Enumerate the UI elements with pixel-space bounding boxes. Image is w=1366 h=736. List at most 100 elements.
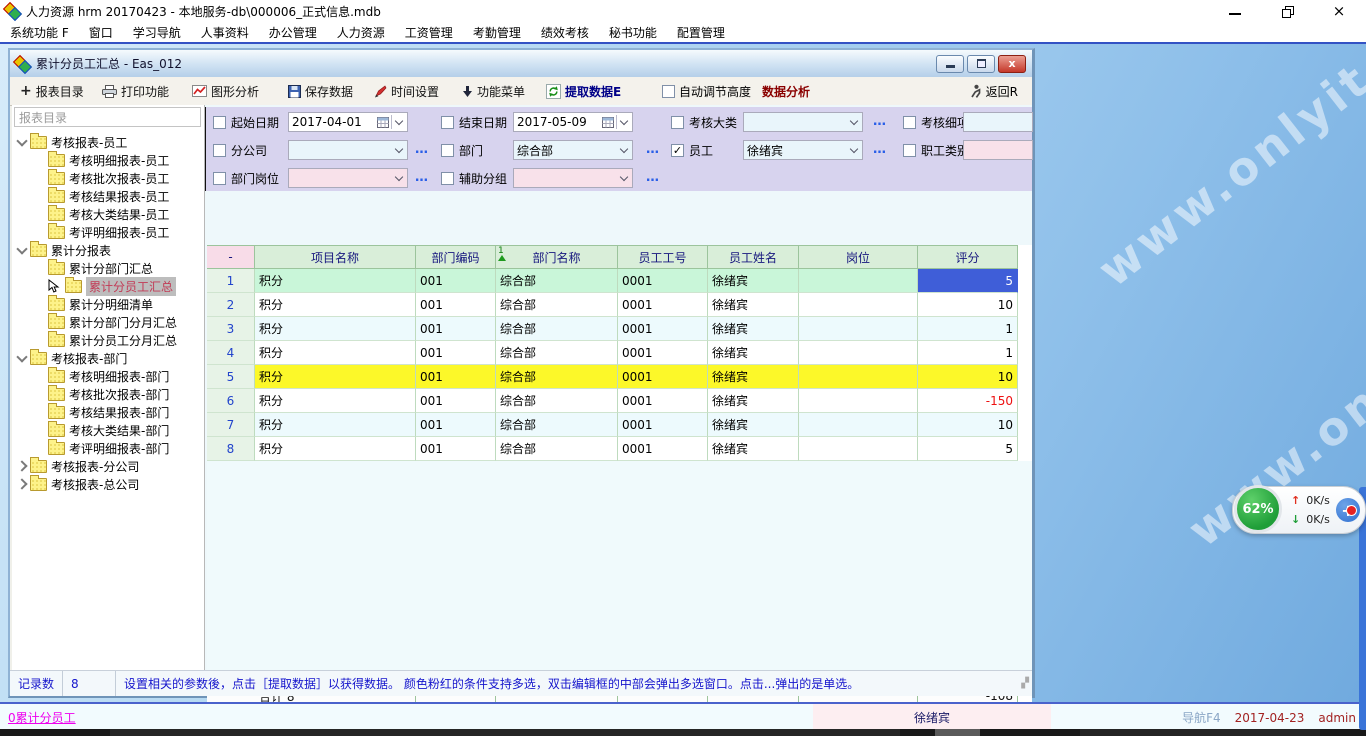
grid-cell[interactable]: 综合部 bbox=[496, 413, 618, 437]
tree-item[interactable]: 累计分部门汇总 bbox=[12, 259, 153, 277]
dropdown-icon[interactable] bbox=[395, 145, 403, 153]
close-icon[interactable]: × bbox=[1330, 3, 1348, 19]
grid-cell[interactable] bbox=[799, 317, 918, 341]
collapse-icon[interactable] bbox=[16, 478, 27, 489]
tree-item[interactable]: 考核结果报表-部门 bbox=[12, 403, 169, 421]
dropdown-icon[interactable] bbox=[850, 145, 858, 153]
toolbar-button[interactable]: 保存数据 bbox=[288, 77, 353, 105]
menu-item[interactable]: 秘书功能 bbox=[599, 24, 667, 41]
filter-checkbox[interactable]: ✓ bbox=[671, 144, 684, 157]
filter-field[interactable] bbox=[513, 168, 633, 188]
menu-item[interactable]: 学习导航 bbox=[123, 24, 191, 41]
row-number-cell[interactable]: 8 bbox=[207, 437, 255, 461]
column-header[interactable]: 项目名称 bbox=[255, 245, 416, 269]
grid-cell[interactable]: 综合部 bbox=[496, 293, 618, 317]
more-button[interactable]: … bbox=[873, 114, 887, 129]
toolbar-button[interactable]: 图形分析 bbox=[192, 77, 259, 105]
grid-cell[interactable]: 001 bbox=[416, 269, 496, 293]
grid-cell[interactable]: 徐绪宾 bbox=[708, 269, 799, 293]
dropdown-icon[interactable] bbox=[850, 117, 858, 125]
grid-cell[interactable]: 001 bbox=[416, 365, 496, 389]
filter-checkbox[interactable] bbox=[903, 144, 916, 157]
grid-cell[interactable]: 综合部 bbox=[496, 389, 618, 413]
dropdown-icon[interactable] bbox=[395, 173, 403, 181]
column-header[interactable]: 部门名称 bbox=[496, 245, 618, 269]
grid-cell[interactable]: 001 bbox=[416, 389, 496, 413]
grid-cell[interactable]: 徐绪宾 bbox=[708, 389, 799, 413]
grid-cell[interactable]: 综合部 bbox=[496, 365, 618, 389]
grid-cell[interactable]: 0001 bbox=[618, 269, 708, 293]
more-button[interactable]: … bbox=[415, 170, 429, 185]
tree-item[interactable]: 考核报表-部门 bbox=[12, 349, 127, 367]
score-cell[interactable]: 1 bbox=[918, 341, 1018, 365]
menu-item[interactable]: 考勤管理 bbox=[463, 24, 531, 41]
expand-icon[interactable] bbox=[16, 243, 27, 254]
grid-cell[interactable]: 0001 bbox=[618, 437, 708, 461]
open-window-link[interactable]: 0累计分员工 bbox=[8, 709, 76, 726]
grid-cell[interactable]: 积分 bbox=[255, 269, 416, 293]
expand-icon[interactable] bbox=[16, 351, 27, 362]
child-close-icon[interactable]: x bbox=[998, 55, 1026, 73]
score-cell[interactable]: 10 bbox=[918, 293, 1018, 317]
grid-cell[interactable]: 徐绪宾 bbox=[708, 317, 799, 341]
resize-grip-icon[interactable]: ▞ bbox=[1021, 678, 1030, 689]
column-header[interactable]: 部门编码 bbox=[416, 245, 496, 269]
back-button[interactable]: 返回R bbox=[969, 77, 1018, 105]
dropdown-icon[interactable] bbox=[620, 173, 628, 181]
toolbar-button[interactable]: 功能菜单 bbox=[462, 77, 525, 105]
tree-item[interactable]: 考核明细报表-部门 bbox=[12, 367, 169, 385]
filter-checkbox[interactable] bbox=[441, 172, 454, 185]
nav-shortcut-label[interactable]: 导航F4 bbox=[1182, 709, 1221, 726]
more-button[interactable]: … bbox=[873, 142, 887, 157]
grid-cell[interactable]: 综合部 bbox=[496, 317, 618, 341]
filter-field[interactable] bbox=[963, 140, 1033, 160]
tree-item[interactable]: 累计分员工汇总 bbox=[12, 277, 176, 295]
more-button[interactable]: … bbox=[646, 142, 660, 157]
grid-cell[interactable]: 0001 bbox=[618, 389, 708, 413]
grid-cell[interactable]: 积分 bbox=[255, 293, 416, 317]
dropdown-icon[interactable] bbox=[620, 145, 628, 153]
row-number-cell[interactable]: 4 bbox=[207, 341, 255, 365]
menu-item[interactable]: 系统功能 F bbox=[0, 24, 79, 41]
grid-cell[interactable] bbox=[799, 365, 918, 389]
tree-item[interactable]: 累计分部门分月汇总 bbox=[12, 313, 177, 331]
column-header[interactable]: 员工工号 bbox=[618, 245, 708, 269]
filter-checkbox[interactable] bbox=[441, 116, 454, 129]
grid-cell[interactable] bbox=[799, 437, 918, 461]
filter-field[interactable] bbox=[288, 168, 408, 188]
grid-cell[interactable]: 徐绪宾 bbox=[708, 293, 799, 317]
tree-item[interactable]: 考核报表-分公司 bbox=[12, 457, 139, 475]
menu-item[interactable]: 配置管理 bbox=[667, 24, 735, 41]
score-cell[interactable]: 1 bbox=[918, 317, 1018, 341]
grid-cell[interactable]: 积分 bbox=[255, 389, 416, 413]
menu-item[interactable]: 工资管理 bbox=[395, 24, 463, 41]
restore-icon[interactable] bbox=[1278, 3, 1296, 19]
grid-cell[interactable]: 徐绪宾 bbox=[708, 413, 799, 437]
memory-percent-badge[interactable]: 62% bbox=[1234, 485, 1282, 533]
tree-item[interactable]: 考核明细报表-员工 bbox=[12, 151, 169, 169]
filter-field[interactable] bbox=[288, 140, 408, 160]
grid-cell[interactable]: 积分 bbox=[255, 365, 416, 389]
more-button[interactable]: … bbox=[646, 170, 660, 185]
filter-checkbox[interactable] bbox=[903, 116, 916, 129]
checkbox-icon[interactable] bbox=[662, 85, 675, 98]
filter-field[interactable]: 2017-05-09 bbox=[513, 112, 633, 132]
row-number-cell[interactable]: 2 bbox=[207, 293, 255, 317]
filter-checkbox[interactable] bbox=[441, 144, 454, 157]
grid-cell[interactable]: 001 bbox=[416, 341, 496, 365]
grid-cell[interactable]: 综合部 bbox=[496, 437, 618, 461]
grid-cell[interactable] bbox=[799, 413, 918, 437]
menu-item[interactable]: 人事资料 bbox=[191, 24, 259, 41]
tree-item[interactable]: 考核大类结果-部门 bbox=[12, 421, 169, 439]
dropdown-icon[interactable] bbox=[395, 117, 403, 125]
row-number-cell[interactable]: 5 bbox=[207, 365, 255, 389]
menu-item[interactable]: 绩效考核 bbox=[531, 24, 599, 41]
child-minimize-icon[interactable] bbox=[936, 55, 964, 73]
filter-field[interactable] bbox=[743, 112, 863, 132]
filter-checkbox[interactable] bbox=[213, 172, 226, 185]
grid-cell[interactable]: 积分 bbox=[255, 437, 416, 461]
filter-field[interactable]: 综合部 bbox=[513, 140, 633, 160]
collapse-icon[interactable] bbox=[16, 460, 27, 471]
grid-cell[interactable]: 0001 bbox=[618, 293, 708, 317]
tree-item[interactable]: 考核批次报表-员工 bbox=[12, 169, 169, 187]
